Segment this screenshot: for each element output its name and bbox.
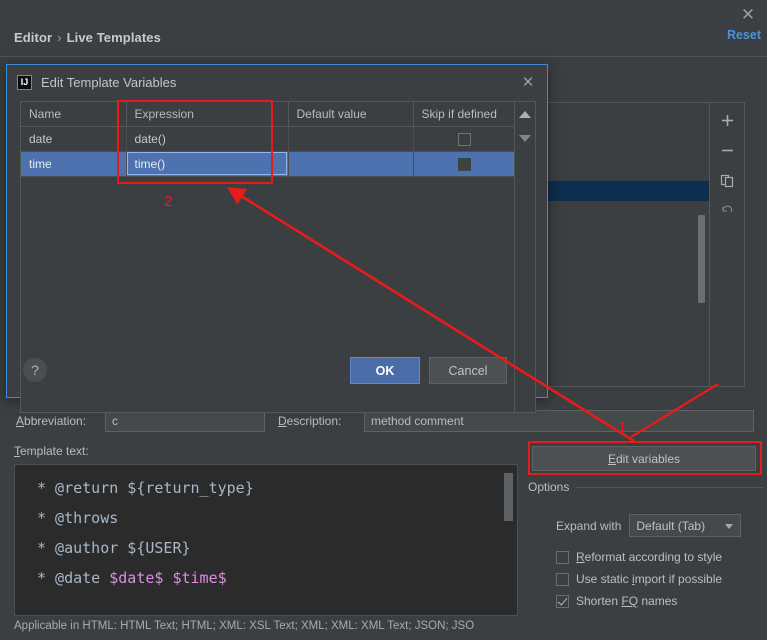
column-header-default-value[interactable]: Default value [288, 102, 414, 127]
settings-window: ✕ Editor › Live Templates Reset Abbreviati… [0, 0, 767, 640]
cell-expression-editing[interactable]: time() [126, 151, 289, 177]
checkbox-reformat-label: Reformat according to style [576, 550, 723, 564]
table-row[interactable]: time time() [21, 151, 516, 177]
add-icon[interactable] [714, 109, 740, 131]
cell-default-value[interactable] [288, 151, 414, 177]
edit-template-variables-dialog: IJ Edit Template Variables ✕ Name Expres… [6, 64, 548, 413]
cell-default-value[interactable] [288, 126, 414, 152]
checkbox-static-import-label: Use static import if possible [576, 572, 723, 586]
options-legend-label: Options [528, 480, 570, 494]
expand-with-row: Expand with Default (Tab) [556, 514, 742, 537]
edit-variables-button[interactable]: Edit variables [532, 446, 756, 471]
cell-name[interactable]: date [21, 126, 127, 152]
variables-table: Name Expression Default value Skip if de… [21, 102, 516, 177]
arrow-up-icon [519, 110, 531, 118]
templates-toolbar [710, 103, 744, 386]
checkbox-reformat[interactable]: Reformat according to style [556, 550, 722, 564]
remove-icon[interactable] [714, 139, 740, 161]
arrow-down-icon [519, 134, 531, 142]
ok-button[interactable]: OK [350, 357, 420, 384]
checkbox-shorten-fq[interactable]: Shorten FQ names [556, 594, 677, 608]
cell-expression[interactable]: date() [126, 126, 289, 152]
cell-skip-if-defined[interactable] [413, 151, 516, 177]
undo-icon[interactable] [714, 199, 740, 221]
reset-link[interactable]: Reset [727, 28, 761, 42]
template-line-0: * @return ${return_type} [37, 479, 254, 497]
expand-with-label: Expand with [556, 518, 622, 533]
template-var-date: $date$ [109, 569, 164, 587]
template-var-time: $time$ [172, 569, 227, 587]
skip-if-defined-checkbox[interactable] [457, 132, 471, 146]
checkbox-static-import-box[interactable] [556, 572, 569, 586]
expand-with-select[interactable]: Default (Tab) [629, 514, 742, 537]
editor-scrollbar[interactable] [504, 473, 513, 521]
move-up-button[interactable] [515, 102, 535, 126]
template-line-2: * @author ${USER} [37, 539, 191, 557]
template-line-3-text: * @date [37, 569, 110, 587]
checkbox-shorten-fq-label: Shorten FQ names [576, 594, 678, 608]
options-legend-line [576, 486, 764, 488]
breadcrumb-root[interactable]: Editor [14, 30, 52, 45]
checkbox-reformat-box[interactable] [556, 550, 569, 564]
applicable-context-text: Applicable in HTML: HTML Text; HTML; XML… [14, 620, 475, 632]
column-header-skip-if-defined[interactable]: Skip if defined [413, 102, 516, 127]
dialog-title-bar: IJ Edit Template Variables [7, 65, 547, 99]
cell-skip-if-defined[interactable] [413, 126, 516, 152]
duplicate-icon[interactable] [714, 169, 740, 191]
close-icon[interactable]: ✕ [737, 4, 759, 26]
cell-name[interactable]: time [21, 151, 127, 177]
breadcrumb-separator-icon: › [57, 30, 62, 45]
breadcrumb-current: Live Templates [66, 30, 161, 45]
dialog-close-icon[interactable]: ✕ [519, 73, 537, 91]
move-down-button[interactable] [515, 126, 535, 150]
checkbox-static-import[interactable]: Use static import if possible [556, 572, 722, 586]
chevron-down-icon [725, 524, 734, 529]
expand-with-value: Default (Tab) [636, 518, 706, 533]
intellij-icon: IJ [17, 74, 32, 90]
options-legend: Options [528, 480, 764, 494]
template-line-3: * @date $date$ $time$ [37, 563, 517, 593]
breadcrumb: Editor › Live Templates [14, 30, 161, 45]
description-label: Description: [278, 414, 342, 428]
template-text-label: Template text: [14, 444, 89, 458]
table-row[interactable]: date date() [21, 126, 516, 152]
description-input[interactable] [364, 410, 754, 432]
dialog-title: Edit Template Variables [41, 74, 177, 90]
template-line-1: * @throws [37, 509, 119, 527]
help-button[interactable]: ? [23, 358, 47, 382]
abbreviation-input[interactable] [105, 410, 265, 432]
skip-if-defined-checkbox[interactable] [457, 157, 471, 171]
templates-list-scrollbar[interactable] [698, 215, 705, 303]
table-header-row: Name Expression Default value Skip if de… [21, 102, 516, 127]
checkbox-shorten-fq-box[interactable] [556, 594, 569, 608]
header-divider [0, 56, 767, 57]
template-text-editor[interactable]: * @return ${return_type} * @throws * @au… [14, 464, 518, 616]
column-header-name[interactable]: Name [21, 102, 127, 127]
dialog-footer: ? OK Cancel [7, 349, 547, 397]
column-header-expression[interactable]: Expression [126, 102, 289, 127]
abbreviation-label: Abbreviation: [16, 414, 87, 428]
edit-variables-label: Edit variables [607, 451, 681, 466]
cancel-button[interactable]: Cancel [429, 357, 507, 384]
